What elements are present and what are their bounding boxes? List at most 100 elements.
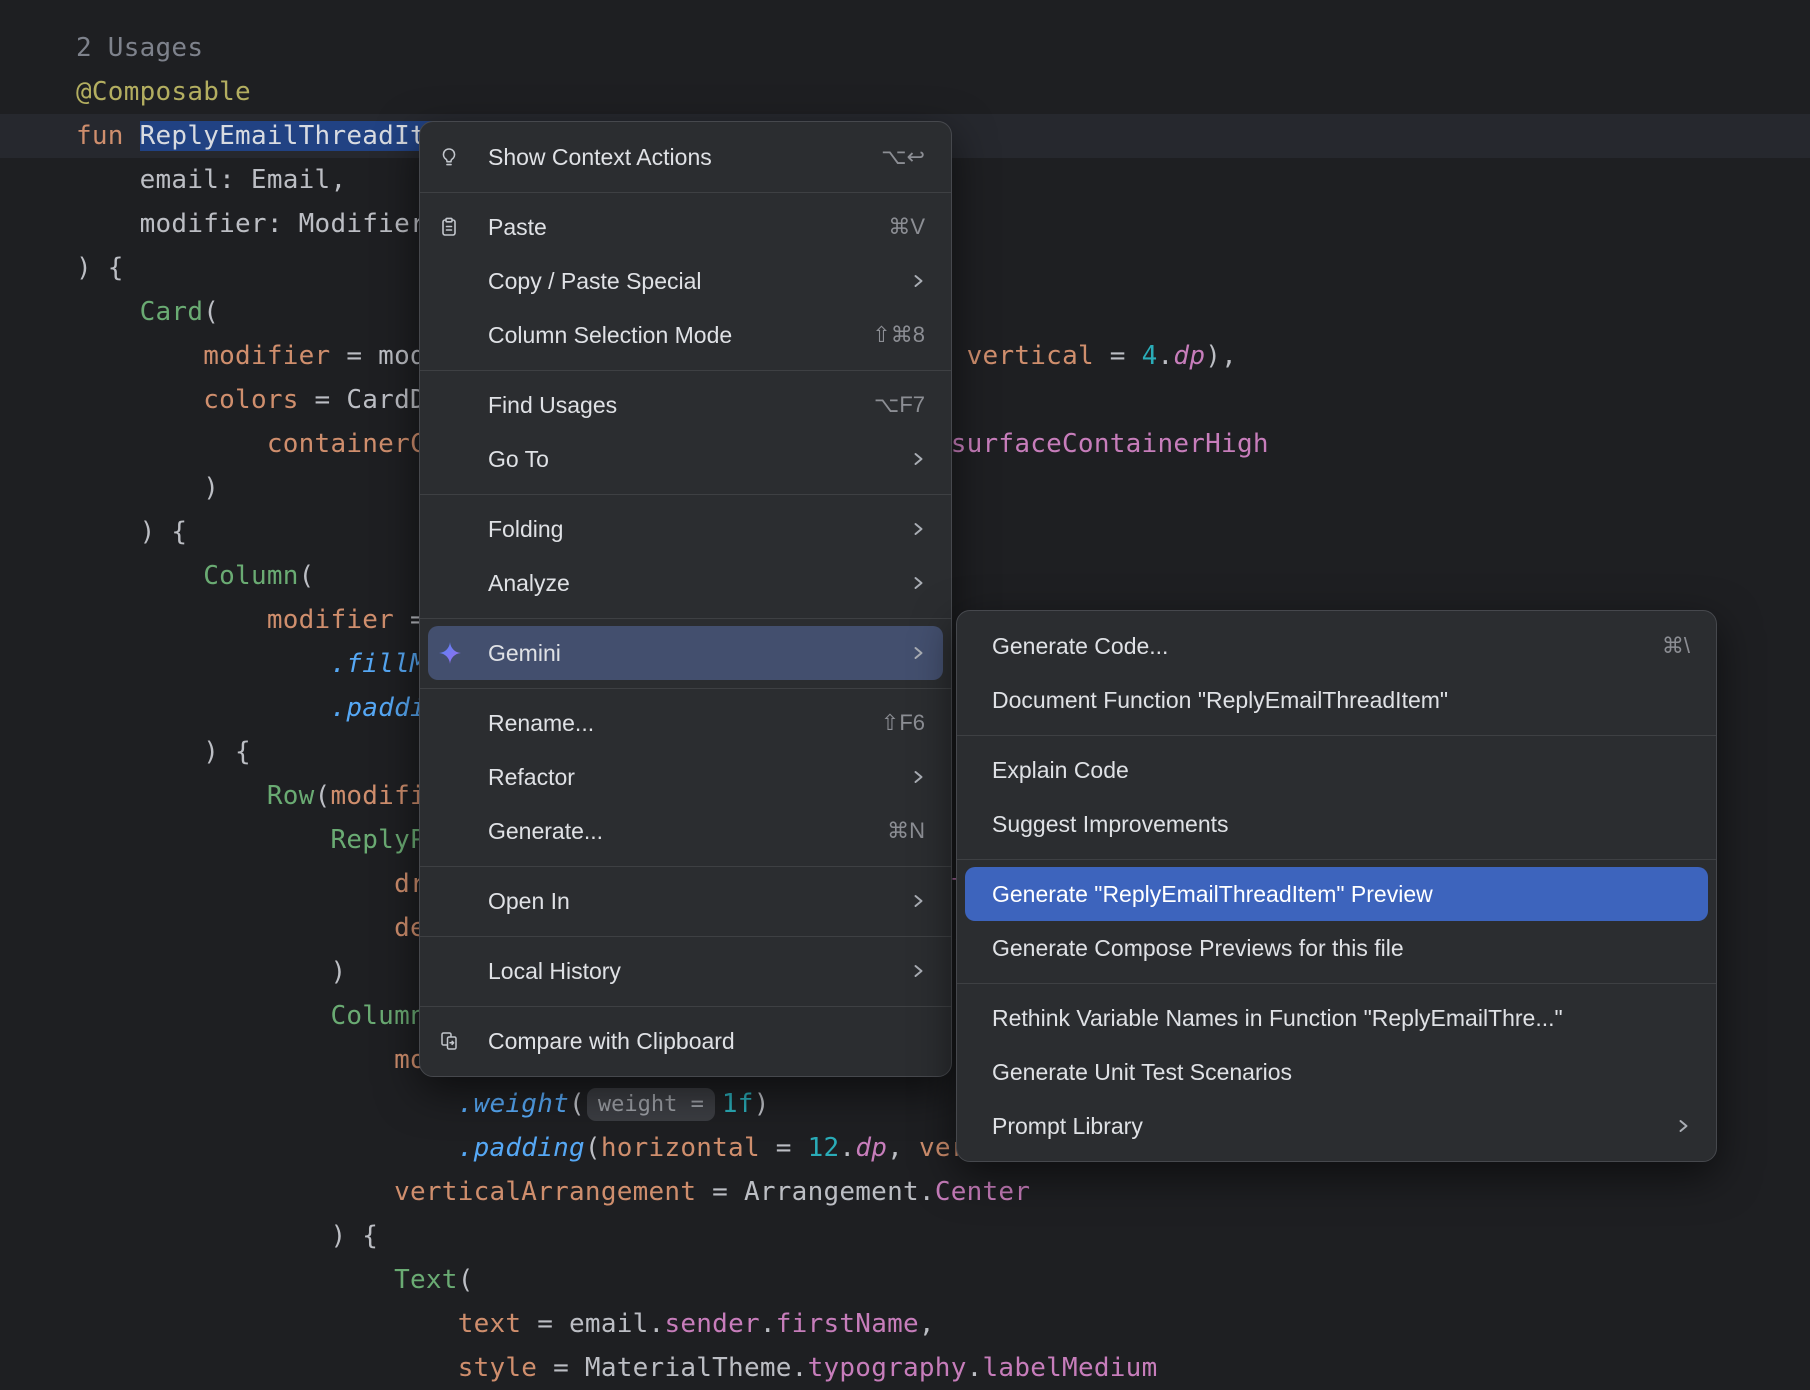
menu-item-label: Find Usages [488, 392, 617, 419]
menu-separator [957, 975, 1716, 991]
menu-item-suggest-improvements[interactable]: Suggest Improvements [965, 797, 1708, 851]
icon-slot-empty [438, 323, 472, 347]
paste-icon [438, 215, 472, 239]
code-line[interactable]: text = email.sender.firstName, [0, 1302, 1810, 1346]
code-line[interactable]: Text( [0, 1258, 1810, 1302]
menu-item-compare-with-clipboard[interactable]: Compare with Clipboard [428, 1014, 943, 1068]
menu-separator [957, 727, 1716, 743]
code-line[interactable]: verticalArrangement = Arrangement.Center [0, 1170, 1810, 1214]
code-token: , [919, 1309, 935, 1339]
code-line[interactable]: 2 Usages [0, 26, 1810, 70]
menu-item-rename[interactable]: Rename...⇧F6 [428, 696, 943, 750]
code-token: ( [585, 1133, 601, 1163]
menu-separator [420, 184, 951, 200]
menu-item-label: Document Function "ReplyEmailThreadItem" [992, 687, 1448, 714]
menu-item-column-selection-mode[interactable]: Column Selection Mode⇧⌘8 [428, 308, 943, 362]
menu-separator [420, 928, 951, 944]
code-token: Row [267, 781, 315, 811]
code-line[interactable]: style = MaterialTheme.typography.labelMe… [0, 1346, 1810, 1390]
icon-slot-empty [438, 269, 472, 293]
code-token: ) { [76, 517, 187, 547]
code-token: = [1094, 341, 1142, 371]
menu-item-label: Local History [488, 958, 621, 985]
code-token [76, 1309, 458, 1339]
menu-item-document-function-replyemailthreaditem[interactable]: Document Function "ReplyEmailThreadItem" [965, 673, 1708, 727]
icon-slot-empty [438, 819, 472, 843]
code-token: Column [203, 561, 298, 591]
icon-slot-empty [438, 959, 472, 983]
code-token [76, 781, 267, 811]
menu-item-label: Generate "ReplyEmailThreadItem" Preview [992, 881, 1433, 908]
icon-slot-empty [438, 571, 472, 595]
menu-separator [420, 610, 951, 626]
code-token [76, 429, 267, 459]
menu-separator [420, 362, 951, 378]
code-token: ) [76, 957, 346, 987]
code-token: colors [203, 385, 298, 415]
editor-context-menu: Show Context Actions⌥↩ Paste⌘V Copy / Past… [419, 121, 952, 1077]
code-token: verticalArrangement [394, 1177, 696, 1207]
code-token [76, 605, 267, 635]
menu-item-paste[interactable]: Paste⌘V [428, 200, 943, 254]
menu-item-gemini[interactable]: Gemini [428, 626, 943, 680]
compare-clipboard-icon [438, 1029, 472, 1053]
menu-item-folding[interactable]: Folding [428, 502, 943, 556]
menu-item-label: Folding [488, 516, 563, 543]
menu-item-analyze[interactable]: Analyze [428, 556, 943, 610]
code-token: modifier [267, 605, 394, 635]
menu-item-generate-code[interactable]: Generate Code...⌘\ [965, 619, 1708, 673]
code-token: ) { [76, 253, 124, 283]
code-token: Text [394, 1265, 458, 1295]
menu-item-label: Generate Code... [992, 633, 1168, 660]
code-token [76, 869, 394, 899]
code-token: = [760, 1133, 808, 1163]
code-token [76, 825, 330, 855]
menu-item-find-usages[interactable]: Find Usages⌥F7 [428, 378, 943, 432]
menu-item-local-history[interactable]: Local History [428, 944, 943, 998]
code-token: vertical [967, 341, 1094, 371]
code-token: email: Email, [76, 165, 346, 195]
code-token [76, 913, 394, 943]
menu-item-label: Gemini [488, 640, 561, 667]
icon-slot-empty [438, 765, 472, 789]
menu-item-explain-code[interactable]: Explain Code [965, 743, 1708, 797]
menu-item-open-in[interactable]: Open In [428, 874, 943, 928]
menu-item-label: Compare with Clipboard [488, 1028, 735, 1055]
menu-item-generate[interactable]: Generate...⌘N [428, 804, 943, 858]
chevron-right-icon [882, 960, 925, 982]
menu-item-generate-compose-previews-for-this-file[interactable]: Generate Compose Previews for this file [965, 921, 1708, 975]
code-token: ( [569, 1089, 585, 1119]
menu-item-rethink-variable-names-in-function-replyemailthre[interactable]: Rethink Variable Names in Function "Repl… [965, 991, 1708, 1045]
code-token: dp [855, 1133, 887, 1163]
menu-item-go-to[interactable]: Go To [428, 432, 943, 486]
menu-item-refactor[interactable]: Refactor [428, 750, 943, 804]
chevron-right-icon [882, 448, 925, 470]
code-token [76, 1177, 394, 1207]
code-line[interactable]: ) { [0, 1214, 1810, 1258]
menu-shortcut: ⌘N [857, 818, 925, 844]
code-token [76, 1265, 394, 1295]
chevron-right-icon [882, 890, 925, 912]
menu-item-copy-paste-special[interactable]: Copy / Paste Special [428, 254, 943, 308]
code-token: 12 [808, 1133, 840, 1163]
menu-item-label: Copy / Paste Special [488, 268, 702, 295]
code-token: Center [935, 1177, 1030, 1207]
chevron-right-icon [1647, 1115, 1690, 1137]
code-token: .weight [458, 1089, 569, 1119]
menu-item-generate-replyemailthreaditem-preview[interactable]: Generate "ReplyEmailThreadItem" Preview [965, 867, 1708, 921]
code-token: ) [754, 1089, 770, 1119]
menu-item-label: Rethink Variable Names in Function "Repl… [992, 1005, 1563, 1032]
code-token: modifier [203, 341, 330, 371]
code-token: ) { [76, 737, 251, 767]
code-token [76, 385, 203, 415]
code-line[interactable]: @Composable [0, 70, 1810, 114]
icon-slot-empty [438, 711, 472, 735]
menu-item-show-context-actions[interactable]: Show Context Actions⌥↩ [428, 130, 943, 184]
menu-item-generate-unit-test-scenarios[interactable]: Generate Unit Test Scenarios [965, 1045, 1708, 1099]
menu-item-label: Explain Code [992, 757, 1129, 784]
code-token: Card [140, 297, 204, 327]
menu-separator [420, 998, 951, 1014]
menu-item-prompt-library[interactable]: Prompt Library [965, 1099, 1708, 1153]
chevron-right-icon [882, 518, 925, 540]
code-token: firstName [776, 1309, 919, 1339]
